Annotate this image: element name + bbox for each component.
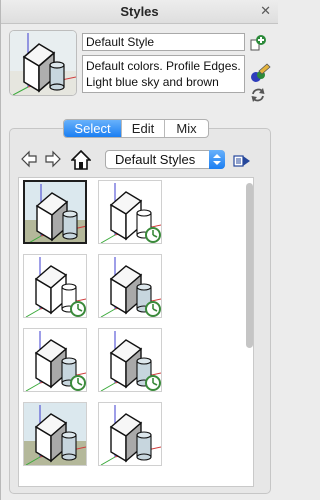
style-thumbnail-model-icon [100, 331, 161, 391]
style-thumbnail-model-icon [100, 183, 161, 243]
details-arrow-icon[interactable] [233, 152, 251, 175]
close-icon[interactable]: ✕ [260, 3, 271, 19]
style-preview-model-icon [10, 31, 76, 95]
collection-dropdown-value: Default Styles [115, 152, 196, 167]
style-preview [9, 30, 77, 96]
chevron-updown-icon [209, 150, 225, 169]
style-thumbnail-model-icon [24, 403, 86, 465]
style-thumbnail[interactable] [23, 402, 87, 466]
window-title: Styles [120, 4, 159, 19]
styles-panel: Styles ✕ Default Style Default colors. P… [0, 0, 278, 500]
style-description-field[interactable]: Default colors. Profile Edges. Light blu… [82, 55, 245, 93]
home-icon[interactable] [70, 149, 92, 175]
update-style-icon[interactable] [249, 62, 271, 89]
grid-scrollbar[interactable] [246, 183, 253, 348]
tab-mix[interactable]: Mix [165, 120, 208, 137]
tab-edit[interactable]: Edit [122, 120, 165, 137]
forward-arrow-icon[interactable] [45, 150, 61, 173]
add-style-icon[interactable] [249, 34, 267, 57]
style-thumbnail[interactable] [98, 402, 162, 466]
tab-select[interactable]: Select [64, 120, 122, 137]
style-thumbnail[interactable] [98, 180, 162, 244]
collection-dropdown[interactable]: Default Styles [105, 150, 225, 169]
style-thumbnail-model-icon [100, 257, 161, 317]
style-thumbnail-model-icon [25, 331, 86, 391]
style-thumbnail-model-icon [25, 182, 85, 242]
style-thumbnail-model-icon [100, 405, 161, 465]
refresh-icon[interactable] [249, 86, 267, 109]
style-thumbnail[interactable] [98, 254, 162, 318]
title-bar[interactable]: Styles ✕ [1, 0, 278, 24]
mode-tabs: Select Edit Mix [63, 119, 209, 138]
style-thumbnail[interactable] [23, 328, 87, 392]
style-thumbnail[interactable] [23, 254, 87, 318]
back-arrow-icon[interactable] [21, 150, 37, 173]
style-thumbnail-model-icon [25, 257, 86, 317]
style-thumbnail[interactable] [98, 328, 162, 392]
style-name-field[interactable]: Default Style [82, 33, 245, 51]
style-thumbnail[interactable] [23, 180, 87, 244]
